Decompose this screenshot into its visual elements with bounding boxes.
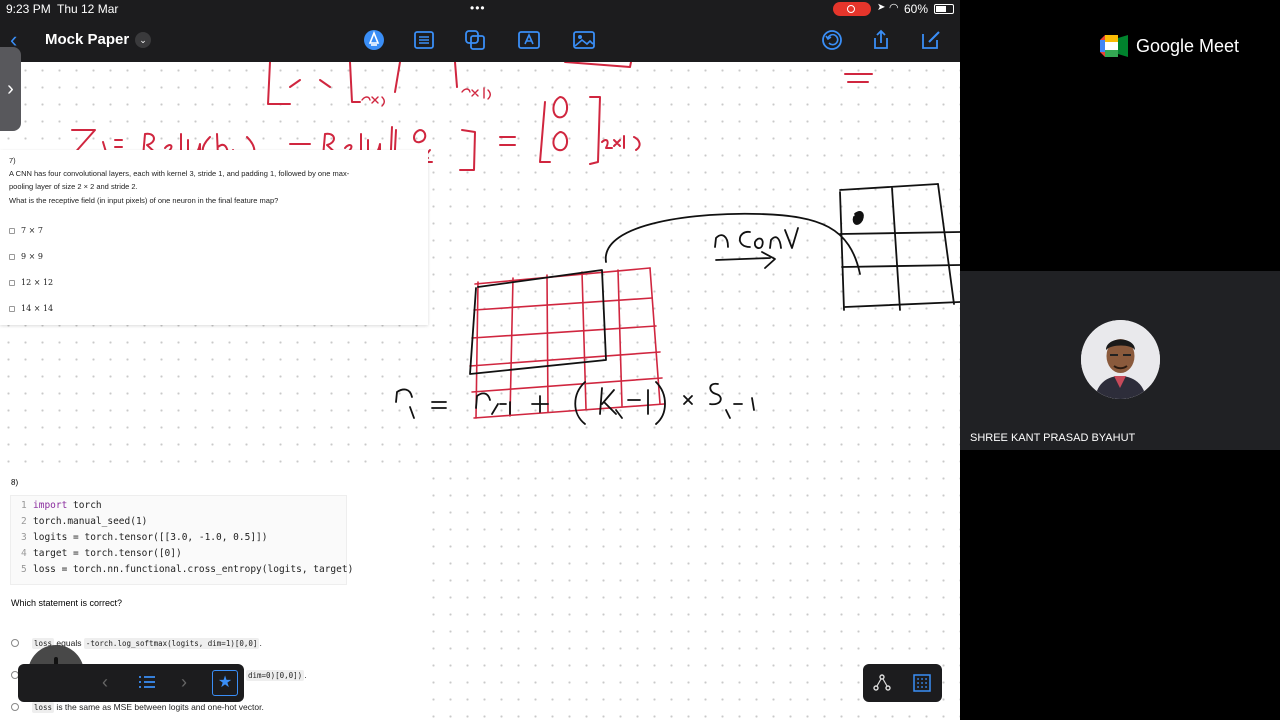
google-meet-brand: Google Meet xyxy=(1136,36,1240,56)
output-feature-map-grid xyxy=(839,183,960,311)
participant-avatar xyxy=(1081,320,1160,399)
code-line: 3 logits = torch.tensor([[3.0, -1.0, 0.5]… xyxy=(21,532,268,543)
page-navigation-bar: ‹ › ★ xyxy=(18,664,244,702)
share-icon[interactable] xyxy=(869,28,893,52)
checkbox-icon[interactable] xyxy=(9,254,15,260)
question-prompt: Which statement is correct? xyxy=(11,598,123,608)
option-9x9[interactable]: 9 × 9 xyxy=(9,252,43,261)
pen-tool-icon[interactable] xyxy=(362,28,386,52)
checkbox-icon[interactable] xyxy=(9,280,15,286)
ipad-screen: 9:23 PM Thu 12 Mar ••• ➤ ◠ 60% ‹ Mock Pa… xyxy=(0,0,960,720)
page-list-icon[interactable] xyxy=(138,673,156,696)
battery-icon xyxy=(934,4,954,14)
question-7-card: 7) A CNN has four convolutional layers, … xyxy=(0,150,428,325)
option-12x12[interactable]: 12 × 12 xyxy=(9,278,53,287)
question-prompt: What is the receptive field (in input pi… xyxy=(9,196,279,205)
question-number: 8) xyxy=(11,478,19,487)
edit-icon[interactable] xyxy=(919,28,943,52)
participant-name: SHREE KANT PRASAD BYAHUT xyxy=(970,432,1136,444)
google-meet-logo-icon xyxy=(1100,35,1128,62)
previous-page-icon[interactable]: ‹ xyxy=(102,672,108,693)
status-bar: 9:23 PM Thu 12 Mar ••• ➤ ◠ 60% xyxy=(0,0,960,18)
connection-curve xyxy=(605,211,864,275)
canvas-tools-bar xyxy=(863,664,942,702)
status-date: Thu 12 Mar xyxy=(57,2,119,16)
bookmark-star-icon[interactable]: ★ xyxy=(212,670,238,696)
status-time: 9:23 PM xyxy=(6,2,51,16)
document-title[interactable]: Mock Paper xyxy=(45,31,129,48)
handwriting-nconv xyxy=(714,227,799,269)
code-line: 2 torch.manual_seed(1) xyxy=(21,516,148,527)
option-14x14[interactable]: 14 × 14 xyxy=(9,304,53,313)
text-tool-icon[interactable] xyxy=(517,28,541,52)
question-text: A CNN has four convolutional layers, eac… xyxy=(9,169,350,191)
question-number: 7) xyxy=(9,156,16,165)
receptive-field-box xyxy=(469,269,607,375)
checkbox-icon[interactable] xyxy=(9,306,15,312)
image-tool-icon[interactable] xyxy=(572,28,596,52)
answer-2: dim=0)[0,0]). xyxy=(246,670,307,681)
sidebar-toggle-tab[interactable]: › xyxy=(0,47,21,131)
radio-answer-3[interactable] xyxy=(11,703,19,711)
handwriting-top-matrices xyxy=(267,62,873,105)
red-feature-map-grid xyxy=(469,267,665,419)
grid-toggle-icon[interactable] xyxy=(913,674,931,697)
shapes-tool-icon[interactable] xyxy=(463,28,487,52)
note-canvas[interactable]: › 7) A CNN has four convolutional layers… xyxy=(0,47,960,720)
radio-answer-1[interactable] xyxy=(11,639,19,647)
code-line: 5 loss = torch.nn.functional.cross_entrop… xyxy=(21,564,354,575)
answer-3: loss is the same as MSE between logits a… xyxy=(32,702,264,713)
app-toolbar: ‹ Mock Paper ⌄ xyxy=(0,18,960,62)
handwriting-recurrence xyxy=(395,381,755,425)
multitask-dots-icon[interactable]: ••• xyxy=(470,1,486,15)
title-chevron-down-icon[interactable]: ⌄ xyxy=(135,32,151,48)
code-line: 1 import torch xyxy=(21,500,102,511)
code-line: 4 target = torch.tensor([0]) xyxy=(21,548,182,559)
location-icon: ➤ xyxy=(877,2,886,13)
handwriting-dims xyxy=(361,87,491,107)
recording-indicator-icon xyxy=(833,2,871,16)
lasso-tool-icon[interactable] xyxy=(872,673,892,698)
option-7x7[interactable]: 7 × 7 xyxy=(9,226,43,235)
next-page-icon[interactable]: › xyxy=(181,672,187,693)
undo-icon[interactable] xyxy=(820,28,844,52)
wifi-icon: ◠ xyxy=(889,2,899,14)
code-block: 1 import torch 2 torch.manual_seed(1) 3 log… xyxy=(10,495,353,585)
notes-tool-icon[interactable] xyxy=(412,28,436,52)
battery-percent: 60% xyxy=(904,2,929,16)
checkbox-icon[interactable] xyxy=(9,228,15,234)
